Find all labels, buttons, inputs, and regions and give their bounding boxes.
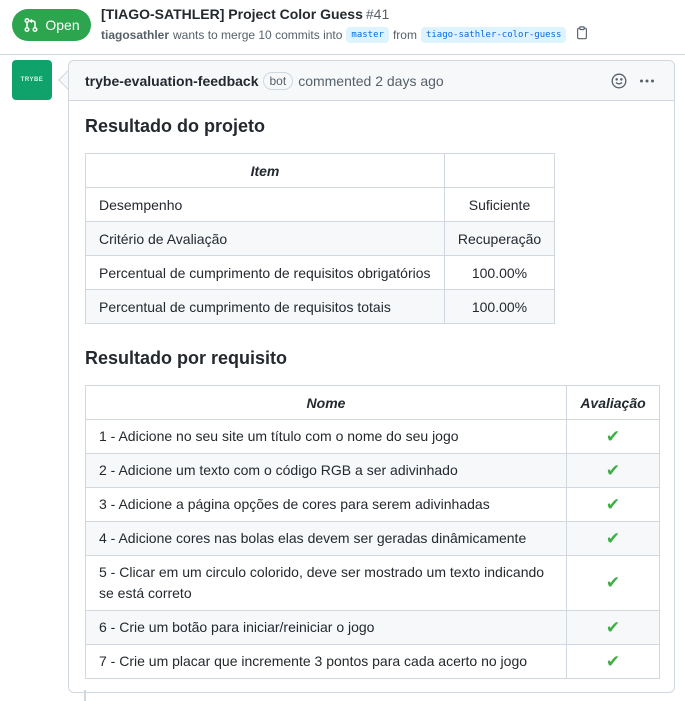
table-cell-item: Percentual de cumprimento de requisitos … — [85, 255, 445, 290]
table-cell-item: Desempenho — [85, 187, 445, 222]
check-mark-icon: ✔ — [605, 573, 621, 592]
table-cell-item: Percentual de cumprimento de requisitos … — [85, 289, 445, 324]
merge-text: wants to merge 10 commits into — [173, 27, 343, 42]
avatar-text: TRYBE — [20, 77, 44, 83]
requirement-status: ✔ — [566, 521, 660, 556]
git-pull-request-icon — [24, 17, 38, 33]
kebab-menu-icon[interactable] — [638, 72, 656, 90]
base-branch-label[interactable]: master — [346, 26, 389, 43]
requirement-name: 2 - Adicione um texto com o código RGB a… — [85, 453, 567, 488]
project-result-heading: Resultado do projeto — [85, 116, 265, 136]
from-text: from — [392, 27, 417, 42]
requirement-status: ✔ — [566, 487, 660, 522]
project-result-table: Item Desempenho Suficiente Critério de A… — [85, 153, 555, 324]
requirements-table: Nome Avaliação 1 - Adicione no seu site … — [85, 385, 660, 679]
table-row: 5 - Clicar em um circulo colorido, deve … — [85, 555, 660, 611]
head-branch-label[interactable]: tiago-sathler-color-guess — [420, 26, 567, 43]
requirement-status: ✔ — [566, 644, 660, 679]
table-row: Percentual de cumprimento de requisitos … — [85, 289, 555, 324]
table-row: 3 - Adicione a página opções de cores pa… — [85, 487, 660, 522]
requirement-status: ✔ — [566, 419, 660, 454]
bot-badge: bot — [262, 71, 294, 90]
check-mark-icon: ✔ — [605, 617, 621, 637]
requirement-name: 4 - Adicione cores nas bolas elas devem … — [85, 521, 567, 556]
pr-state-badge: Open — [12, 9, 91, 41]
pr-header: Open [TIAGO-SATHLER] Project Color Guess… — [0, 0, 685, 46]
column-header-value — [444, 153, 555, 188]
check-mark-icon: ✔ — [605, 460, 621, 480]
requirement-status: ✔ — [566, 453, 660, 488]
table-row: Desempenho Suficiente — [85, 187, 555, 222]
requirement-name: 5 - Clicar em um circulo colorido, deve … — [85, 555, 567, 611]
comment-box: trybe-evaluation-feedback bot commented … — [68, 60, 675, 693]
requirements-heading: Resultado por requisito — [85, 348, 288, 368]
table-cell-value: 100.00% — [444, 255, 555, 290]
pr-title-text: [TIAGO-SATHLER] Project Color Guess — [101, 6, 363, 22]
requirement-name: 7 - Crie um placar que incremente 3 pont… — [85, 644, 567, 679]
pr-title: [TIAGO-SATHLER] Project Color Guess #41 — [101, 6, 389, 22]
commenter-link[interactable]: trybe-evaluation-feedback — [85, 73, 259, 89]
table-cell-item: Critério de Avaliação — [85, 221, 445, 256]
table-row: Critério de Avaliação Recuperação — [85, 221, 555, 256]
requirement-name: 3 - Adicione a página opções de cores pa… — [85, 487, 567, 522]
comment-timestamp[interactable]: commented 2 days ago — [298, 73, 444, 89]
check-mark-icon: ✔ — [605, 651, 621, 671]
table-header-row: Nome Avaliação — [85, 385, 660, 420]
requirement-status: ✔ — [566, 610, 660, 645]
comment-actions — [610, 61, 656, 101]
copy-icon[interactable] — [575, 26, 589, 43]
check-mark-icon: ✔ — [605, 528, 621, 548]
table-row: 4 - Adicione cores nas bolas elas devem … — [85, 521, 660, 556]
smiley-icon[interactable] — [610, 72, 628, 90]
table-row: Percentual de cumprimento de requisitos … — [85, 255, 555, 290]
check-mark-icon: ✔ — [605, 494, 621, 514]
pr-author-link[interactable]: tiagosathler — [101, 28, 169, 42]
table-cell-value: Recuperação — [444, 221, 555, 256]
table-cell-value: Suficiente — [444, 187, 555, 222]
pr-meta: tiagosathler wants to merge 10 commits i… — [101, 26, 589, 43]
check-mark-icon: ✔ — [605, 426, 621, 446]
table-cell-value: 100.00% — [444, 289, 555, 324]
table-row: 6 - Crie um botão para iniciar/reiniciar… — [85, 610, 660, 645]
header-divider — [0, 54, 685, 55]
column-header-item: Item — [85, 153, 445, 188]
table-header-row: Item — [85, 153, 555, 188]
timeline-line — [84, 690, 86, 701]
requirement-status: ✔ — [566, 555, 660, 611]
table-row: 2 - Adicione um texto com o código RGB a… — [85, 453, 660, 488]
column-header-name: Nome — [85, 385, 567, 420]
requirement-name: 1 - Adicione no seu site um título com o… — [85, 419, 567, 454]
comment-header: trybe-evaluation-feedback bot commented … — [69, 61, 674, 101]
table-row: 7 - Crie um placar que incremente 3 pont… — [85, 644, 660, 679]
column-header-evaluation: Avaliação — [566, 385, 660, 420]
pr-number: #41 — [365, 6, 390, 22]
table-row: 1 - Adicione no seu site um título com o… — [85, 419, 660, 454]
avatar[interactable]: TRYBE — [12, 60, 52, 100]
requirement-name: 6 - Crie um botão para iniciar/reiniciar… — [85, 610, 567, 645]
pr-state-label: Open — [45, 17, 80, 33]
